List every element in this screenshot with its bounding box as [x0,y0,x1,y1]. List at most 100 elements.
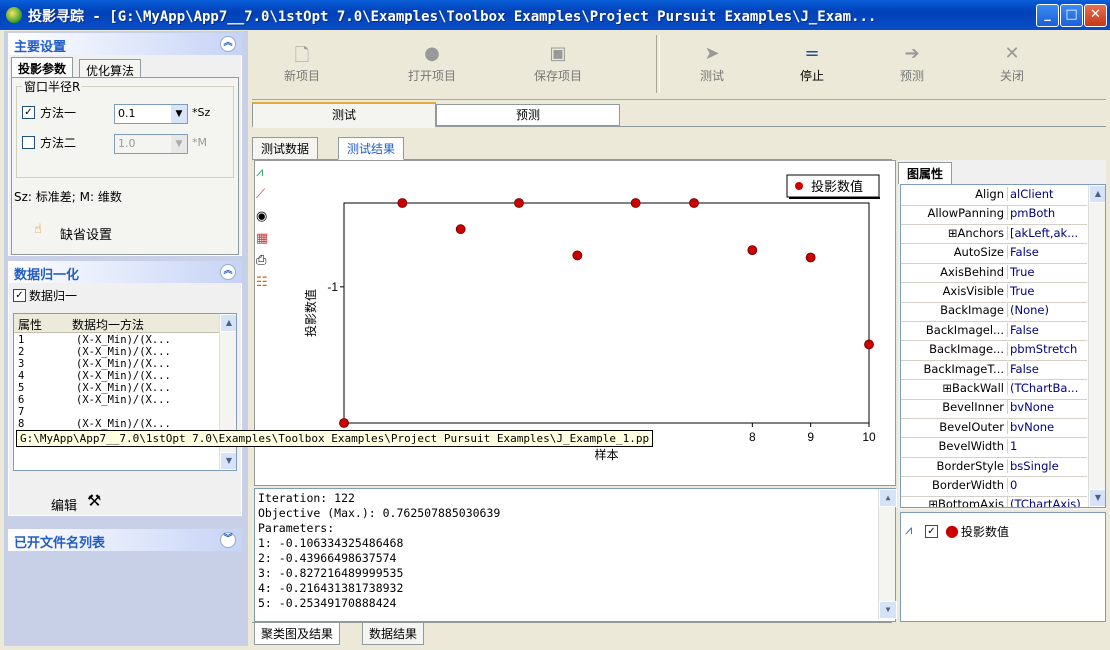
property-row[interactable]: AxisVisible True [901,282,1087,303]
default-settings-button[interactable]: 缺省设置 [60,224,112,243]
expand-icon[interactable]: ︾ [220,532,236,548]
data-point [864,339,874,350]
main-settings-header[interactable]: 主要设置 ︽ [8,33,242,55]
series-visible-checkbox[interactable]: ✓ [925,525,938,538]
left-panel: 主要设置 ︽ 投影参数 优化算法 窗口半径R ✓ 方法一 0.1 ▼ *Sz 方… [4,31,248,646]
close-button[interactable]: ✕ [1084,4,1107,27]
save-label: 保存项目 [533,69,582,83]
property-name: BevelOuter [939,419,1004,434]
tab-content: 窗口半径R ✓ 方法一 0.1 ▼ *Sz 方法二 1.0 ▼ *M Sz: 标… [11,77,239,255]
property-row[interactable]: ⊞BottomAxis (TChartAxis) [901,495,1087,507]
property-row[interactable]: BackImage (None) [901,301,1087,322]
col-method[interactable]: 数据均一方法 [72,316,144,333]
close-project-button[interactable]: ✕ 关闭 [962,35,1062,95]
memo-scrollbar[interactable]: ▲ ▼ [878,489,897,619]
property-value: False [1007,245,1088,260]
scroll-up-icon[interactable]: ▲ [220,314,236,332]
chart-type-icon[interactable]: ⩘ [256,165,278,187]
palette-icon[interactable]: ◉ [256,209,278,231]
property-name: ⊞Anchors [947,225,1004,240]
table-row[interactable]: 4 (X-X_Min)/(X... [14,370,220,382]
tab-test[interactable]: 测试 [252,102,436,128]
data-grid-icon[interactable]: ☷ [256,275,278,297]
minimize-button[interactable]: _ [1036,4,1059,27]
method1-select[interactable]: 0.1 ▼ [114,104,188,124]
stop-button[interactable]: = 停止 [762,35,862,95]
series-marker-icon: ● [945,521,959,540]
property-row[interactable]: BackImageT... False [901,360,1087,381]
property-row[interactable]: ⊞BackWall (TChartBa... [901,379,1087,400]
col-attr[interactable]: 属性 [18,316,42,333]
collapse-icon[interactable]: ︽ [220,264,236,280]
scroll-down-icon[interactable]: ▼ [220,452,236,470]
legend-marker [795,182,803,190]
method2-checkbox[interactable] [22,136,35,149]
props-scrollbar[interactable]: ▲ ▼ [1088,185,1105,507]
row-method: (X-X_Min)/(X... [76,346,171,358]
tab-projection-params[interactable]: 投影参数 [11,57,74,79]
table-row[interactable]: 5 (X-X_Min)/(X... [14,382,220,394]
line-chart-icon[interactable]: ⟋ [256,187,278,209]
property-row[interactable]: AxisBehind True [901,263,1087,284]
row-attr: 2 [18,346,25,358]
open-project-button[interactable]: ● 打开项目 [382,35,482,95]
tab-test-results[interactable]: 测试结果 [338,137,405,160]
open-files-header[interactable]: 已开文件名列表 ︾ [8,529,242,551]
predict-button[interactable]: ➔ 预测 [862,35,962,95]
chevron-down-icon[interactable]: ▼ [171,105,187,123]
table-row[interactable]: 8 (X-X_Min)/(X... [14,418,220,430]
property-value: bvNone [1007,400,1088,415]
property-row[interactable]: BevelWidth 1 [901,437,1087,458]
hand-icon[interactable]: ☝ [34,222,42,237]
property-row[interactable]: AllowPanning pmBoth [901,204,1087,225]
table-row[interactable]: 1 (X-X_Min)/(X... [14,334,220,346]
table-row[interactable]: 6 (X-X_Min)/(X... [14,394,220,406]
scroll-down-icon[interactable]: ▼ [879,601,897,619]
table-row[interactable]: 7 [14,406,220,418]
save-project-button[interactable]: ▣ 保存项目 [508,35,608,95]
normalize-header[interactable]: 数据归一化 ︽ [8,261,242,283]
scroll-up-icon[interactable]: ▲ [879,489,897,507]
tab-data-results[interactable]: 数据结果 [362,623,425,645]
hammer-icon[interactable]: ⚒ [87,491,101,510]
table-row[interactable]: 3 (X-X_Min)/(X... [14,358,220,370]
normalize-table[interactable]: 属性 数据均一方法 1 (X-X_Min)/(X... 2 (X-X_Min)/(X.… [13,313,237,471]
normalize-checkbox[interactable]: ✓ [13,289,26,302]
property-row[interactable]: Align alClient [901,185,1087,206]
row-attr: 7 [18,406,25,418]
test-button[interactable]: ➤ 测试 [662,35,762,95]
property-row[interactable]: BevelInner bvNone [901,398,1087,419]
series-list[interactable]: ⩘ ✓ ● 投影数值 [900,512,1106,622]
collapse-icon[interactable]: ︽ [220,36,236,52]
tab-test-data[interactable]: 测试数据 [252,137,319,160]
row-attr: 4 [18,370,25,382]
table-row[interactable]: 2 (X-X_Min)/(X... [14,346,220,358]
property-row[interactable]: BorderStyle bsSingle [901,457,1087,478]
new-project-button[interactable]: 🗋 新项目 [252,35,352,95]
edit-button[interactable]: 编辑 [51,495,77,514]
property-name: BackImage [940,303,1004,318]
forward-icon: ➔ [904,43,920,64]
maximize-button[interactable]: □ [1060,4,1083,27]
property-row[interactable]: AutoSize False [901,243,1087,264]
series-name[interactable]: 投影数值 [961,523,1009,540]
output-memo[interactable]: Iteration: 122 Objective (Max.): 0.762507… [254,488,897,622]
chevron-down-icon[interactable]: ▼ [171,135,187,153]
property-value: 0 [1007,478,1088,492]
property-row[interactable]: BorderWidth 0 [901,476,1087,497]
memo-line: 5: -0.25349170888424 [258,596,397,610]
scroll-up-icon[interactable]: ▲ [1089,185,1105,203]
save-chart-icon[interactable]: ▦ [256,231,278,253]
property-row[interactable]: BevelOuter bvNone [901,418,1087,439]
method2-select[interactable]: 1.0 ▼ [114,134,188,154]
props-grid[interactable]: Align alClient AllowPanning pmBoth ⊞Anchors[… [900,184,1106,508]
property-row[interactable]: BackImagel... False [901,321,1087,342]
print-icon[interactable]: ⎙ [256,253,278,275]
property-row[interactable]: ⊞Anchors [akLeft,ak... [901,224,1087,245]
tab-predict[interactable]: 预测 [436,104,620,126]
tab-cluster-results[interactable]: 聚类图及结果 [254,623,341,645]
method1-checkbox[interactable]: ✓ [22,106,35,119]
property-row[interactable]: BackImage... pbmStretch [901,340,1087,361]
props-tab[interactable]: 图属性 [898,162,953,184]
scroll-down-icon[interactable]: ▼ [1089,489,1105,507]
